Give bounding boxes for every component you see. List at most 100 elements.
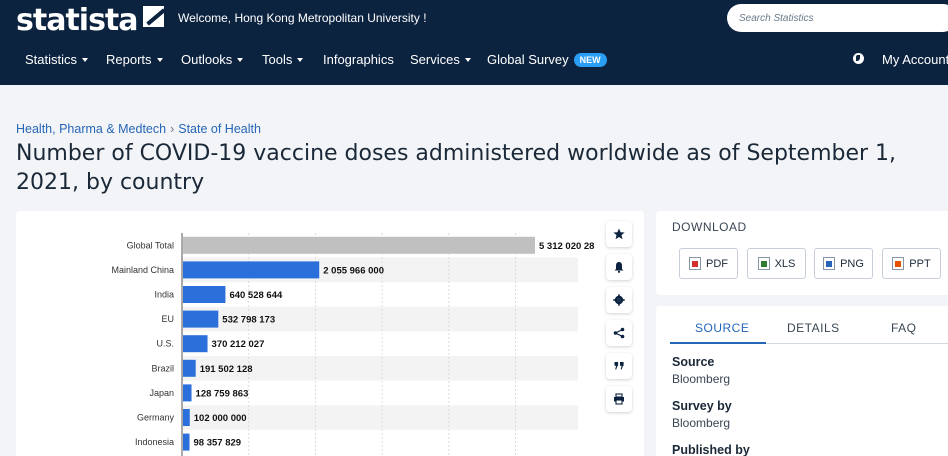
breadcrumb-link[interactable]: State of Health (178, 122, 261, 136)
download-ppt-button[interactable]: PPT (882, 248, 941, 279)
category-label: Japan (149, 388, 174, 398)
value-label: 532 798 173 (222, 315, 275, 326)
category-label: U.S. (156, 339, 174, 349)
chart-card: Global Total 5 312 020 28 Mainland China 2 … (16, 211, 644, 456)
value-label: 191 502 128 (200, 364, 253, 375)
gear-icon (613, 294, 625, 306)
page-content: Health, Pharma & Medtech › State of Health… (0, 85, 948, 456)
breadcrumb-link[interactable]: Health, Pharma & Medtech (16, 122, 166, 136)
caret-down-icon (464, 58, 471, 62)
star-icon (613, 228, 625, 240)
main-navbar: Statistics Reports Outlooks Tools Infogr… (0, 40, 948, 85)
tab-active-indicator (670, 342, 766, 344)
nav-tools[interactable]: Tools (262, 52, 304, 67)
category-label: Indonesia (135, 437, 174, 447)
category-label: Brazil (151, 363, 174, 373)
source-label: Source (672, 355, 715, 369)
nav-label: Statistics (25, 52, 78, 67)
download-xls-button[interactable]: XLS (747, 248, 806, 279)
nav-infographics[interactable]: Infographics (323, 52, 394, 67)
cite-button[interactable] (606, 353, 632, 379)
caret-down-icon (82, 58, 89, 62)
value-label: 640 528 644 (229, 290, 283, 301)
nav-global-survey[interactable]: Global Survey NEW (487, 52, 607, 67)
nav-outlooks[interactable]: Outlooks (181, 52, 244, 67)
survey-value: Bloomberg (672, 416, 731, 430)
notify-button[interactable] (606, 254, 632, 280)
bar (183, 359, 196, 377)
nav-label: Outlooks (181, 52, 233, 67)
my-account-link[interactable]: My Account (882, 52, 948, 67)
settings-button[interactable] (606, 287, 632, 313)
category-label: India (154, 290, 174, 300)
caret-down-icon (156, 58, 163, 62)
xls-file-icon (757, 257, 770, 270)
favorite-button[interactable] (606, 221, 632, 247)
statista-logo[interactable]: statista (16, 3, 139, 38)
download-label: PDF (706, 257, 728, 270)
download-heading: DOWNLOAD (672, 220, 747, 234)
value-label: 128 759 863 (196, 388, 249, 399)
published-label: Published by (672, 443, 750, 456)
category-label: EU (161, 314, 174, 324)
bar (183, 409, 190, 426)
category-label: Mainland China (111, 265, 174, 275)
nav-statistics[interactable]: Statistics (25, 52, 89, 67)
bar (183, 310, 219, 328)
print-icon (614, 393, 624, 405)
download-card: DOWNLOAD PDF XLS PNG PPT (656, 211, 948, 295)
page-title: Number of COVID-19 vaccine doses adminis… (16, 141, 897, 195)
value-label: 98 357 829 (194, 438, 242, 449)
ppt-file-icon (892, 257, 905, 270)
quote-icon (614, 362, 624, 370)
search-input[interactable] (727, 4, 948, 32)
value-label: 5 312 020 28 (539, 241, 594, 252)
bell-icon (614, 262, 624, 273)
pdf-file-icon (689, 257, 701, 270)
category-label: Global Total (127, 240, 174, 250)
caret-down-icon (237, 58, 244, 62)
survey-label: Survey by (672, 399, 732, 413)
welcome-message: Welcome, Hong Kong Metropolitan Universi… (178, 11, 427, 25)
bar (183, 286, 226, 303)
logo-mark-icon[interactable] (143, 6, 164, 27)
nav-reports[interactable]: Reports (106, 52, 163, 67)
new-badge: NEW (573, 53, 607, 67)
nav-label: Tools (262, 52, 293, 67)
source-card: SOURCE DETAILS FAQ Source Bloomberg Surv… (656, 306, 948, 456)
download-label: PNG (840, 257, 864, 270)
globe-icon[interactable] (853, 53, 864, 64)
chart-toolbar (606, 221, 632, 419)
bar (183, 261, 320, 279)
value-label: 2 055 966 000 (323, 265, 384, 276)
print-button[interactable] (606, 386, 632, 412)
value-label: 370 212 027 (212, 339, 265, 350)
share-icon (613, 327, 625, 339)
download-label: PPT (909, 257, 931, 270)
bar (183, 384, 192, 402)
download-png-button[interactable]: PNG (814, 248, 873, 279)
bar (183, 433, 190, 451)
bar (183, 335, 208, 353)
bar (183, 236, 535, 254)
png-file-icon (823, 257, 836, 270)
nav-label: Reports (106, 52, 152, 67)
source-value: Bloomberg (672, 372, 731, 386)
tab-source[interactable]: SOURCE (695, 321, 749, 335)
value-label: 102 000 000 (194, 413, 247, 424)
breadcrumb: Health, Pharma & Medtech › State of Health (16, 122, 261, 136)
nav-services[interactable]: Services (410, 52, 471, 67)
nav-label: Global Survey (487, 52, 569, 67)
tab-details[interactable]: DETAILS (787, 321, 840, 335)
top-header: statista Welcome, Hong Kong Metropolitan… (0, 0, 948, 40)
category-label: Germany (137, 413, 175, 423)
bar-chart: Global Total 5 312 020 28 Mainland China 2 … (111, 233, 594, 456)
download-pdf-button[interactable]: PDF (679, 248, 738, 279)
download-label: XLS (774, 257, 796, 270)
nav-label: Infographics (323, 52, 394, 67)
caret-down-icon (297, 58, 304, 62)
nav-label: Services (410, 52, 460, 67)
share-button[interactable] (606, 320, 632, 346)
breadcrumb-separator-icon: › (170, 122, 175, 136)
tab-faq[interactable]: FAQ (891, 321, 917, 335)
